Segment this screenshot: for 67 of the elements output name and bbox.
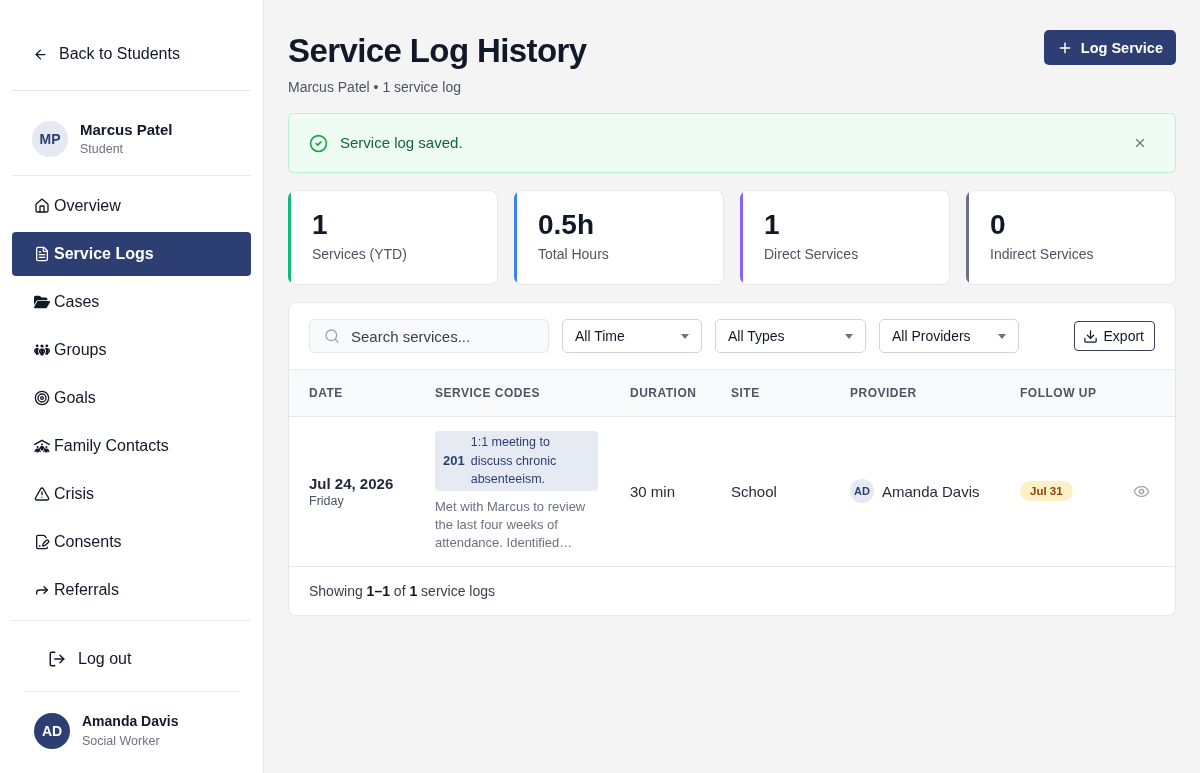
duration-text: 30 min: [630, 482, 677, 500]
warning-icon: [34, 486, 50, 502]
folder-icon: [34, 294, 50, 310]
stat-label: Direct Services: [764, 245, 859, 263]
caret-icon: [998, 333, 1006, 339]
site-text: School: [731, 482, 778, 500]
document-pen-icon: [34, 534, 50, 550]
user-role: Social Worker: [82, 733, 161, 749]
stat-value: 1: [764, 208, 781, 242]
user-avatar: AD: [34, 712, 70, 749]
filter-select[interactable]: All Providers: [879, 319, 1019, 353]
service-code-description: 1:1 meeting to discuss chronic absenteeism.: [470, 434, 558, 488]
house-people-icon: [34, 438, 50, 454]
column-header: SITE: [731, 386, 761, 400]
nav-item[interactable]: Family Contacts: [12, 424, 251, 468]
nav-item[interactable]: Goals: [12, 376, 251, 420]
nav-item[interactable]: Overview: [12, 184, 251, 228]
stat-value: 0: [990, 208, 1007, 242]
stat-value: 0.5h: [538, 208, 596, 242]
service-code: 201: [443, 453, 465, 469]
home-icon: [34, 198, 50, 214]
service-weekday: Friday: [309, 492, 345, 509]
pagination-summary: Showing 1–1 of 1 service logs: [309, 582, 496, 599]
search-input[interactable]: Search services...: [309, 319, 549, 353]
logout-button[interactable]: Log out: [24, 643, 132, 675]
check-circle-icon: [309, 133, 328, 153]
caret-icon: [681, 333, 689, 339]
stat-label: Services (YTD): [312, 245, 407, 263]
download-icon: [1082, 328, 1098, 344]
nav-item[interactable]: Service Logs: [12, 232, 251, 276]
service-date: Jul 24, 2026: [309, 473, 395, 493]
nav-item[interactable]: Crisis: [12, 472, 251, 516]
document-icon: [34, 246, 50, 262]
nav-item[interactable]: Referrals: [12, 568, 251, 612]
user-name: Amanda Davis: [82, 712, 179, 731]
nav-item[interactable]: Cases: [12, 280, 251, 324]
log-service-button[interactable]: Log Service: [1043, 30, 1176, 65]
export-button[interactable]: Export: [1073, 321, 1155, 351]
logout-icon: [48, 650, 66, 668]
search-icon: [324, 328, 340, 344]
people-icon: [34, 342, 50, 358]
page-subtitle: Marcus Patel • 1 service log: [288, 78, 462, 96]
stat-value: 1: [312, 208, 329, 242]
close-icon[interactable]: [1133, 136, 1147, 150]
provider-name: Amanda Davis: [882, 482, 980, 500]
nav-item[interactable]: Consents: [12, 520, 251, 564]
page-title: Service Log History: [288, 31, 587, 71]
stat-label: Total Hours: [538, 245, 609, 263]
student-name: Marcus Patel: [80, 120, 173, 139]
column-header: PROVIDER: [850, 386, 918, 400]
column-header: DATE: [309, 386, 344, 400]
column-header: FOLLOW UP: [1020, 386, 1098, 400]
target-icon: [34, 390, 50, 406]
column-header: DURATION: [630, 386, 698, 400]
service-notes: Met with Marcus to review the last four weeks of attendance. Identified…: [435, 497, 587, 552]
filter-select[interactable]: All Time: [562, 319, 702, 353]
follow-up-badge: Jul 31: [1020, 481, 1073, 502]
caret-icon: [845, 333, 853, 339]
provider-avatar: AD: [850, 479, 874, 504]
nav-item[interactable]: Groups: [12, 328, 251, 372]
student-role: Student: [80, 141, 125, 157]
student-avatar: MP: [32, 120, 68, 157]
back-link[interactable]: Back to Students: [33, 44, 180, 64]
filter-select[interactable]: All Types: [715, 319, 866, 353]
column-header: SERVICE CODES: [435, 386, 541, 400]
alert-message: Service log saved.: [340, 133, 464, 151]
stat-label: Indirect Services: [990, 245, 1094, 263]
